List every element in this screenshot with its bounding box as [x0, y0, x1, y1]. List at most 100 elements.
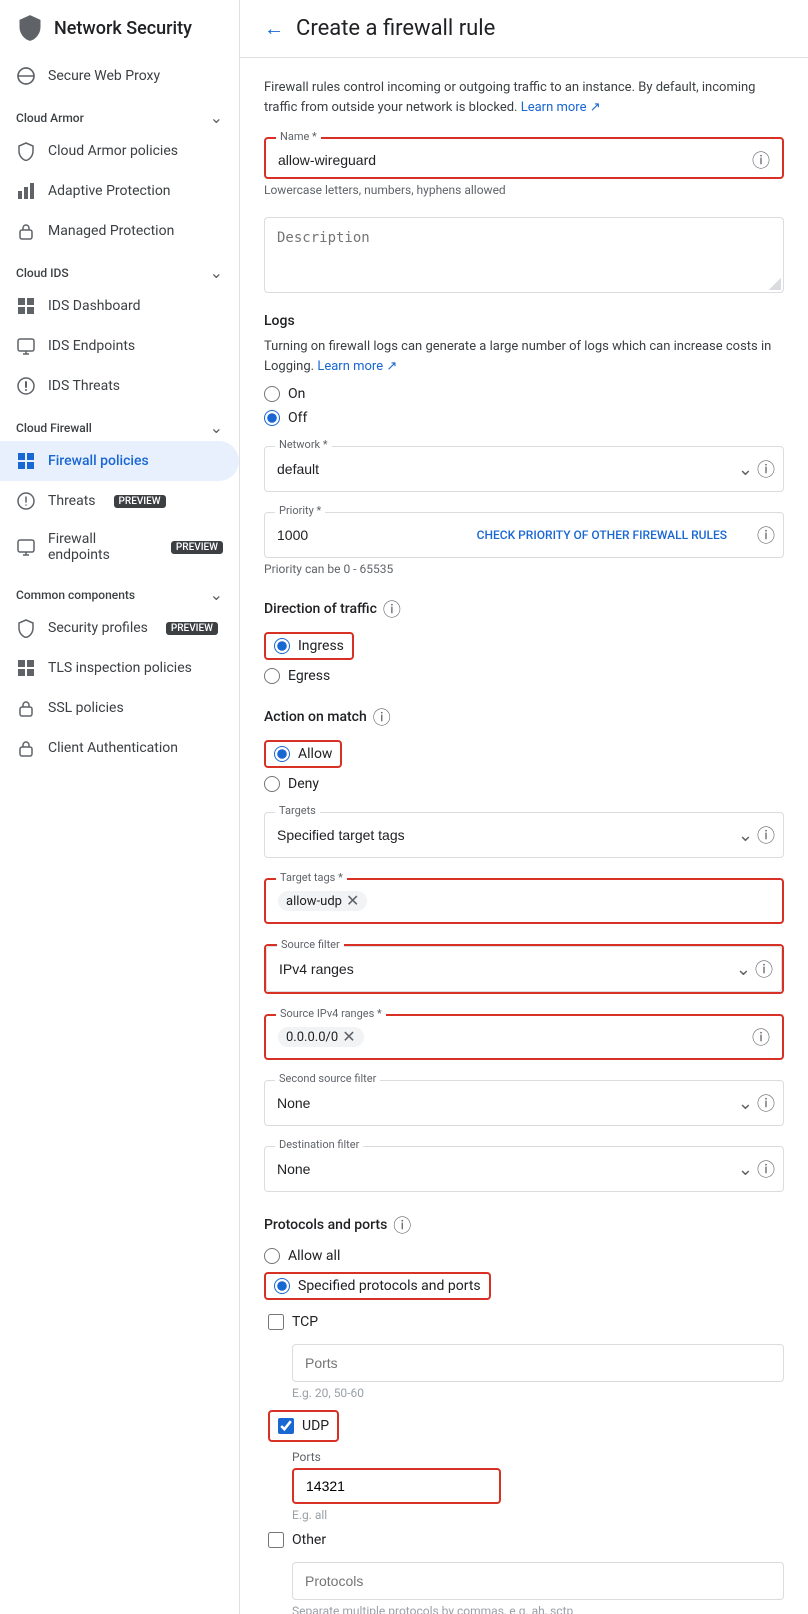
logs-section: Logs Turning on firewall logs can genera…: [264, 313, 784, 426]
targets-help-icon[interactable]: ⓘ: [757, 822, 775, 848]
direction-radio-group: Ingress Egress: [264, 632, 784, 684]
firewall-endpoints-badge: PREVIEW: [171, 541, 223, 554]
back-button[interactable]: ←: [264, 16, 284, 41]
remove-tag-button[interactable]: ✕: [346, 893, 359, 909]
chevron-up-common-icon[interactable]: ⌄: [210, 585, 223, 604]
sidebar-item-firewall-policies[interactable]: Firewall policies: [0, 441, 239, 481]
tcp-ports-input[interactable]: [292, 1344, 784, 1382]
chevron-up-ids-icon[interactable]: ⌄: [210, 263, 223, 282]
udp-ports-highlighted: [292, 1468, 501, 1504]
action-help-icon[interactable]: ⓘ: [373, 704, 391, 730]
allow-all-radio[interactable]: Allow all: [264, 1248, 784, 1264]
target-tag-chip: allow-udp ✕: [278, 891, 367, 911]
description-field-group: [264, 217, 784, 293]
form-container: Firewall rules control incoming or outgo…: [240, 58, 808, 1614]
ingress-radio[interactable]: Ingress: [264, 632, 784, 660]
other-checkbox[interactable]: [268, 1532, 284, 1548]
source-filter-wrapper: Source filter IPv4 ranges ⌄ ⓘ: [266, 946, 782, 992]
remove-ipv4-button[interactable]: ✕: [342, 1029, 355, 1045]
dashboard-icon: [16, 296, 36, 316]
sidebar-item-ids-dashboard[interactable]: IDS Dashboard: [0, 286, 239, 326]
chevron-up-icon[interactable]: ⌄: [210, 108, 223, 127]
priority-label: Priority *: [275, 504, 325, 517]
logs-description: Turning on firewall logs can generate a …: [264, 337, 784, 376]
network-select-wrapper: Network * default ⌄ ⓘ: [264, 446, 784, 492]
security-profiles-icon: [16, 618, 36, 638]
udp-checkbox-label[interactable]: UDP: [278, 1418, 329, 1434]
sidebar-item-secure-web-proxy[interactable]: Secure Web Proxy: [0, 56, 239, 96]
priority-wrapper: Priority * CHECK PRIORITY OF OTHER FIREW…: [264, 512, 784, 558]
protocols-input[interactable]: [292, 1562, 784, 1600]
protocols-hint: Separate multiple protocols by commas, e…: [292, 1604, 784, 1614]
priority-check-link[interactable]: CHECK PRIORITY OF OTHER FIREWALL RULES: [477, 528, 757, 542]
logs-on-radio[interactable]: On: [264, 386, 784, 402]
sidebar-section-common-components: Common components ⌄: [0, 577, 239, 608]
specified-protocols-radio[interactable]: Specified protocols and ports: [264, 1272, 784, 1300]
source-ipv4-chip: 0.0.0.0/0 ✕: [278, 1027, 364, 1047]
chevron-up-firewall-icon[interactable]: ⌄: [210, 418, 223, 437]
udp-ports-input[interactable]: [294, 1470, 499, 1502]
shield-icon: [16, 14, 44, 42]
sidebar-item-adaptive-protection[interactable]: Adaptive Protection: [0, 171, 239, 211]
tcp-checkbox-label[interactable]: TCP: [268, 1314, 784, 1330]
source-filter-select[interactable]: IPv4 ranges: [267, 947, 781, 991]
other-checkbox-label[interactable]: Other: [268, 1532, 784, 1548]
learn-more-link[interactable]: Learn more ↗: [521, 100, 601, 115]
other-section: Other Separate multiple protocols by com…: [268, 1532, 784, 1614]
cloud-armor-policies-label: Cloud Armor policies: [48, 143, 178, 159]
tcp-checkbox[interactable]: [268, 1314, 284, 1330]
direction-help-icon[interactable]: ⓘ: [383, 596, 401, 622]
direction-group: Direction of traffic ⓘ Ingress Egress: [264, 596, 784, 684]
priority-help-icon[interactable]: ⓘ: [757, 522, 783, 548]
deny-radio[interactable]: Deny: [264, 776, 784, 792]
sidebar-item-ids-endpoints[interactable]: IDS Endpoints: [0, 326, 239, 366]
protocols-help-icon[interactable]: ⓘ: [393, 1212, 411, 1238]
udp-ports-section: Ports E.g. all: [292, 1450, 784, 1522]
egress-radio[interactable]: Egress: [264, 668, 784, 684]
resize-handle: [769, 278, 781, 290]
sidebar-item-security-profiles[interactable]: Security profiles PREVIEW: [0, 608, 239, 648]
logs-radio-group: On Off: [264, 386, 784, 426]
target-tags-group: Target tags * allow-udp ✕: [264, 878, 784, 924]
name-label: Name *: [276, 130, 321, 143]
priority-hint: Priority can be 0 - 65535: [264, 562, 784, 576]
page-title: Create a firewall rule: [296, 16, 495, 41]
destination-help-icon[interactable]: ⓘ: [757, 1156, 775, 1182]
second-source-help-icon[interactable]: ⓘ: [757, 1090, 775, 1116]
udp-ports-hint: E.g. all: [292, 1508, 784, 1522]
source-ipv4-help-icon[interactable]: ⓘ: [752, 1024, 770, 1050]
udp-checkbox[interactable]: [278, 1418, 294, 1434]
name-input[interactable]: [278, 148, 752, 172]
sidebar-item-client-auth[interactable]: Client Authentication: [0, 728, 239, 768]
sidebar: Network Security Secure Web Proxy Cloud …: [0, 0, 240, 1614]
source-filter-help-icon[interactable]: ⓘ: [755, 956, 773, 982]
priority-input[interactable]: [265, 513, 477, 557]
sidebar-item-threats[interactable]: Threats PREVIEW: [0, 481, 239, 521]
tcp-ports-section: E.g. 20, 50-60: [292, 1338, 784, 1400]
description-input[interactable]: [265, 218, 783, 288]
allow-radio[interactable]: Allow: [264, 740, 784, 768]
firewall-endpoints-icon: [16, 537, 36, 557]
name-hint: Lowercase letters, numbers, hyphens allo…: [264, 183, 784, 197]
ids-threats-label: IDS Threats: [48, 378, 120, 394]
managed-protection-label: Managed Protection: [48, 223, 174, 239]
destination-select[interactable]: None: [265, 1147, 783, 1191]
logs-learn-more-link[interactable]: Learn more ↗: [317, 359, 397, 374]
second-source-select[interactable]: None: [265, 1081, 783, 1125]
secure-web-proxy-label: Secure Web Proxy: [48, 68, 160, 84]
logs-off-radio[interactable]: Off: [264, 410, 784, 426]
sidebar-item-managed-protection[interactable]: Managed Protection: [0, 211, 239, 251]
sidebar-item-firewall-endpoints[interactable]: Firewall endpoints PREVIEW: [0, 521, 239, 573]
protocols-group: Protocols and ports ⓘ Allow all Specifie…: [264, 1212, 784, 1614]
direction-label: Direction of traffic: [264, 601, 377, 617]
name-help-icon[interactable]: ⓘ: [752, 147, 770, 173]
sidebar-item-cloud-armor-policies[interactable]: Cloud Armor policies: [0, 131, 239, 171]
sidebar-item-ids-threats[interactable]: IDS Threats: [0, 366, 239, 406]
ids-endpoints-label: IDS Endpoints: [48, 338, 135, 354]
network-select[interactable]: default: [265, 447, 783, 491]
network-help-icon[interactable]: ⓘ: [757, 456, 775, 482]
source-filter-group: Source filter IPv4 ranges ⌄ ⓘ: [264, 944, 784, 994]
sidebar-item-ssl-policies[interactable]: SSL policies: [0, 688, 239, 728]
targets-select[interactable]: Specified target tags: [265, 813, 783, 857]
sidebar-item-tls-inspection[interactable]: TLS inspection policies: [0, 648, 239, 688]
